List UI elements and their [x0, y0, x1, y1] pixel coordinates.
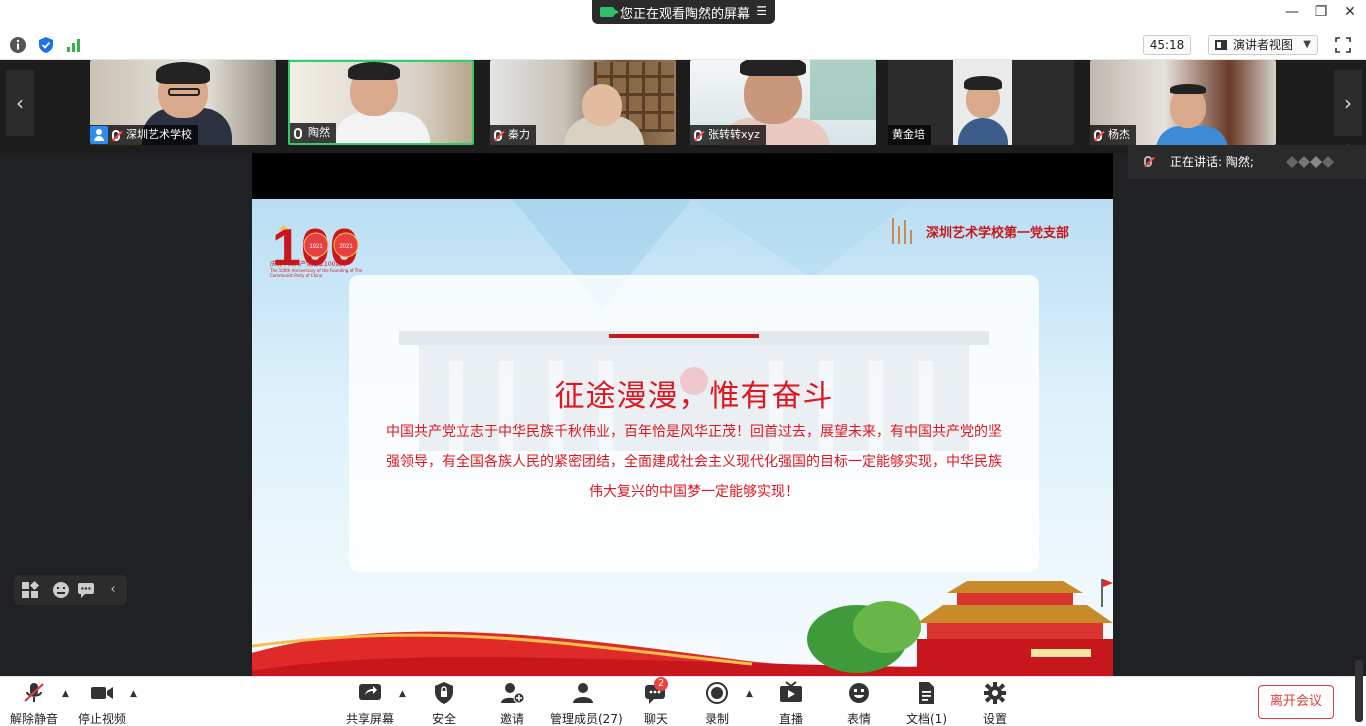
documents-button[interactable]: 文档(1): [906, 681, 947, 726]
muted-mic-icon: [694, 129, 702, 141]
settings-button[interactable]: 设置: [980, 681, 1010, 726]
mic-icon: [294, 127, 302, 139]
mic-off-icon: [24, 683, 44, 702]
add-user-icon: [501, 683, 525, 704]
video-tile[interactable]: 深圳艺术学校: [90, 60, 276, 145]
status-bar: 45:18 演讲者视图 ▼: [0, 30, 1366, 60]
video-camera-icon: [91, 687, 113, 699]
meeting-toolbar: 解除静音 ▲ 停止视频 ▲ 共享屏幕 ▲ 安全 邀请 管理成员(27) 2 聊天…: [0, 676, 1366, 726]
chat-button[interactable]: 2 聊天: [640, 677, 672, 726]
participant-name-label: 张转转xyz: [690, 125, 766, 145]
participant-name-label: 黄金培: [888, 125, 931, 145]
participant-name-label: 杨杰: [1090, 125, 1136, 145]
stop-video-button[interactable]: 停止视频: [78, 681, 126, 726]
invite-button[interactable]: 邀请: [496, 681, 528, 726]
video-strip: ‹ 深圳艺术学校 陶然 秦力 张转转xyz 黄金培 杨杰 ›: [0, 60, 1366, 153]
apps-icon[interactable]: [21, 581, 39, 599]
muted-mic-icon: [494, 129, 502, 141]
strip-prev-button[interactable]: ‹: [6, 70, 34, 136]
restore-button[interactable]: ❐: [1309, 4, 1333, 20]
participants-icon: [573, 683, 593, 703]
muted-mic-icon: [112, 129, 120, 141]
video-tile[interactable]: 秦力: [490, 60, 676, 145]
info-icon[interactable]: [9, 36, 27, 54]
video-options-caret[interactable]: ▲: [130, 689, 137, 699]
muted-mic-icon: [1094, 129, 1102, 141]
menu-lines-icon[interactable]: ☰: [756, 4, 767, 18]
speaker-view-icon: [1215, 40, 1227, 50]
audio-level-icon: [1286, 156, 1334, 168]
view-label: 演讲者视图: [1233, 38, 1294, 52]
signal-icon[interactable]: [65, 36, 83, 54]
chat-unread-badge: 2: [654, 677, 668, 691]
comment-icon[interactable]: [77, 581, 95, 599]
slide-content-card: 征途漫漫，惟有奋斗 中国共产党立志于中华民族千秋伟业，百年恰是风华正茂！回首过去…: [349, 275, 1039, 572]
record-button[interactable]: 录制: [702, 681, 732, 726]
meeting-window: 您正在观看陶然的屏幕 ☰ — ❐ ✕ 45:18 演讲者视图 ▼ ‹ 深圳艺术学…: [0, 0, 1366, 726]
chevron-left-icon[interactable]: ‹: [104, 581, 122, 599]
scrollbar[interactable]: [1355, 660, 1363, 722]
meeting-timer: 45:18: [1143, 35, 1191, 55]
live-stream-button[interactable]: 直播: [776, 681, 806, 726]
security-button[interactable]: 安全: [428, 681, 460, 726]
fullscreen-icon[interactable]: [1334, 36, 1352, 54]
security-shield-icon: [435, 682, 453, 704]
manage-participants-button[interactable]: 管理成员(27): [550, 681, 623, 726]
share-screen-icon: [359, 684, 381, 700]
floating-annotation-tools: ‹: [14, 575, 127, 605]
school-brand: 深圳艺术学校第一党支部: [892, 217, 1069, 245]
participant-name-label: 深圳艺术学校: [90, 125, 198, 145]
video-tile[interactable]: 黄金培: [888, 60, 1074, 145]
audio-options-caret[interactable]: ▲: [62, 689, 69, 699]
shared-slide: 100 1921 2021 庆祝中国共产党成立100周年 The 100th A…: [252, 199, 1113, 676]
emoji-icon[interactable]: [52, 581, 70, 599]
share-options-caret[interactable]: ▲: [399, 689, 406, 699]
share-screen-button[interactable]: 共享屏幕: [346, 681, 394, 726]
participant-name-label: 秦力: [490, 125, 536, 145]
svg-text:2021: 2021: [339, 244, 353, 250]
record-icon: [706, 682, 728, 704]
slide-headline: 征途漫漫，惟有奋斗: [554, 379, 834, 414]
strip-next-button[interactable]: ›: [1334, 70, 1362, 136]
host-avatar-icon: [90, 126, 108, 144]
shield-icon[interactable]: [37, 36, 55, 54]
close-button[interactable]: ✕: [1338, 4, 1362, 20]
participant-name-label: 陶然: [290, 123, 336, 143]
video-tile[interactable]: 杨杰: [1090, 60, 1276, 145]
share-status-text: 您正在观看陶然的屏幕: [620, 6, 751, 22]
reactions-button[interactable]: 表情: [844, 681, 874, 726]
camera-icon: [600, 7, 619, 17]
active-speaker-indicator: 正在讲话: 陶然;: [1128, 145, 1366, 179]
speaking-label: 正在讲话: 陶然;: [1170, 155, 1254, 169]
video-tile-active[interactable]: 陶然: [288, 60, 474, 145]
document-icon: [919, 682, 934, 704]
emoji-icon: [849, 683, 869, 703]
slide-body-text: 中国共产党立志于中华民族千秋伟业，百年恰是风华正茂！回首过去，展望未来，有中国共…: [386, 424, 1002, 500]
brand-text: 深圳艺术学校第一党支部: [926, 225, 1070, 241]
record-options-caret[interactable]: ▲: [746, 689, 753, 699]
gear-icon: [984, 682, 1006, 704]
chevron-down-icon: ▼: [1303, 39, 1311, 50]
title-bar: 您正在观看陶然的屏幕 ☰ — ❐ ✕: [0, 0, 1366, 30]
unmute-button[interactable]: 解除静音: [10, 681, 58, 726]
leave-meeting-button[interactable]: 离开会议: [1258, 685, 1334, 719]
live-stream-icon: [780, 681, 802, 702]
svg-text:1921: 1921: [309, 244, 323, 250]
speaker-view-dropdown[interactable]: 演讲者视图 ▼: [1208, 35, 1318, 55]
school-logo-icon: [892, 218, 916, 244]
video-tile[interactable]: 张转转xyz: [690, 60, 876, 145]
minimize-button[interactable]: —: [1280, 4, 1304, 20]
tiananmen-illustration: [807, 579, 1113, 676]
muted-mic-icon: [1144, 156, 1152, 167]
slide-top-bar: [252, 153, 1113, 199]
viewing-share-indicator[interactable]: 您正在观看陶然的屏幕 ☰: [592, 0, 775, 24]
headline-divider: [609, 334, 759, 338]
